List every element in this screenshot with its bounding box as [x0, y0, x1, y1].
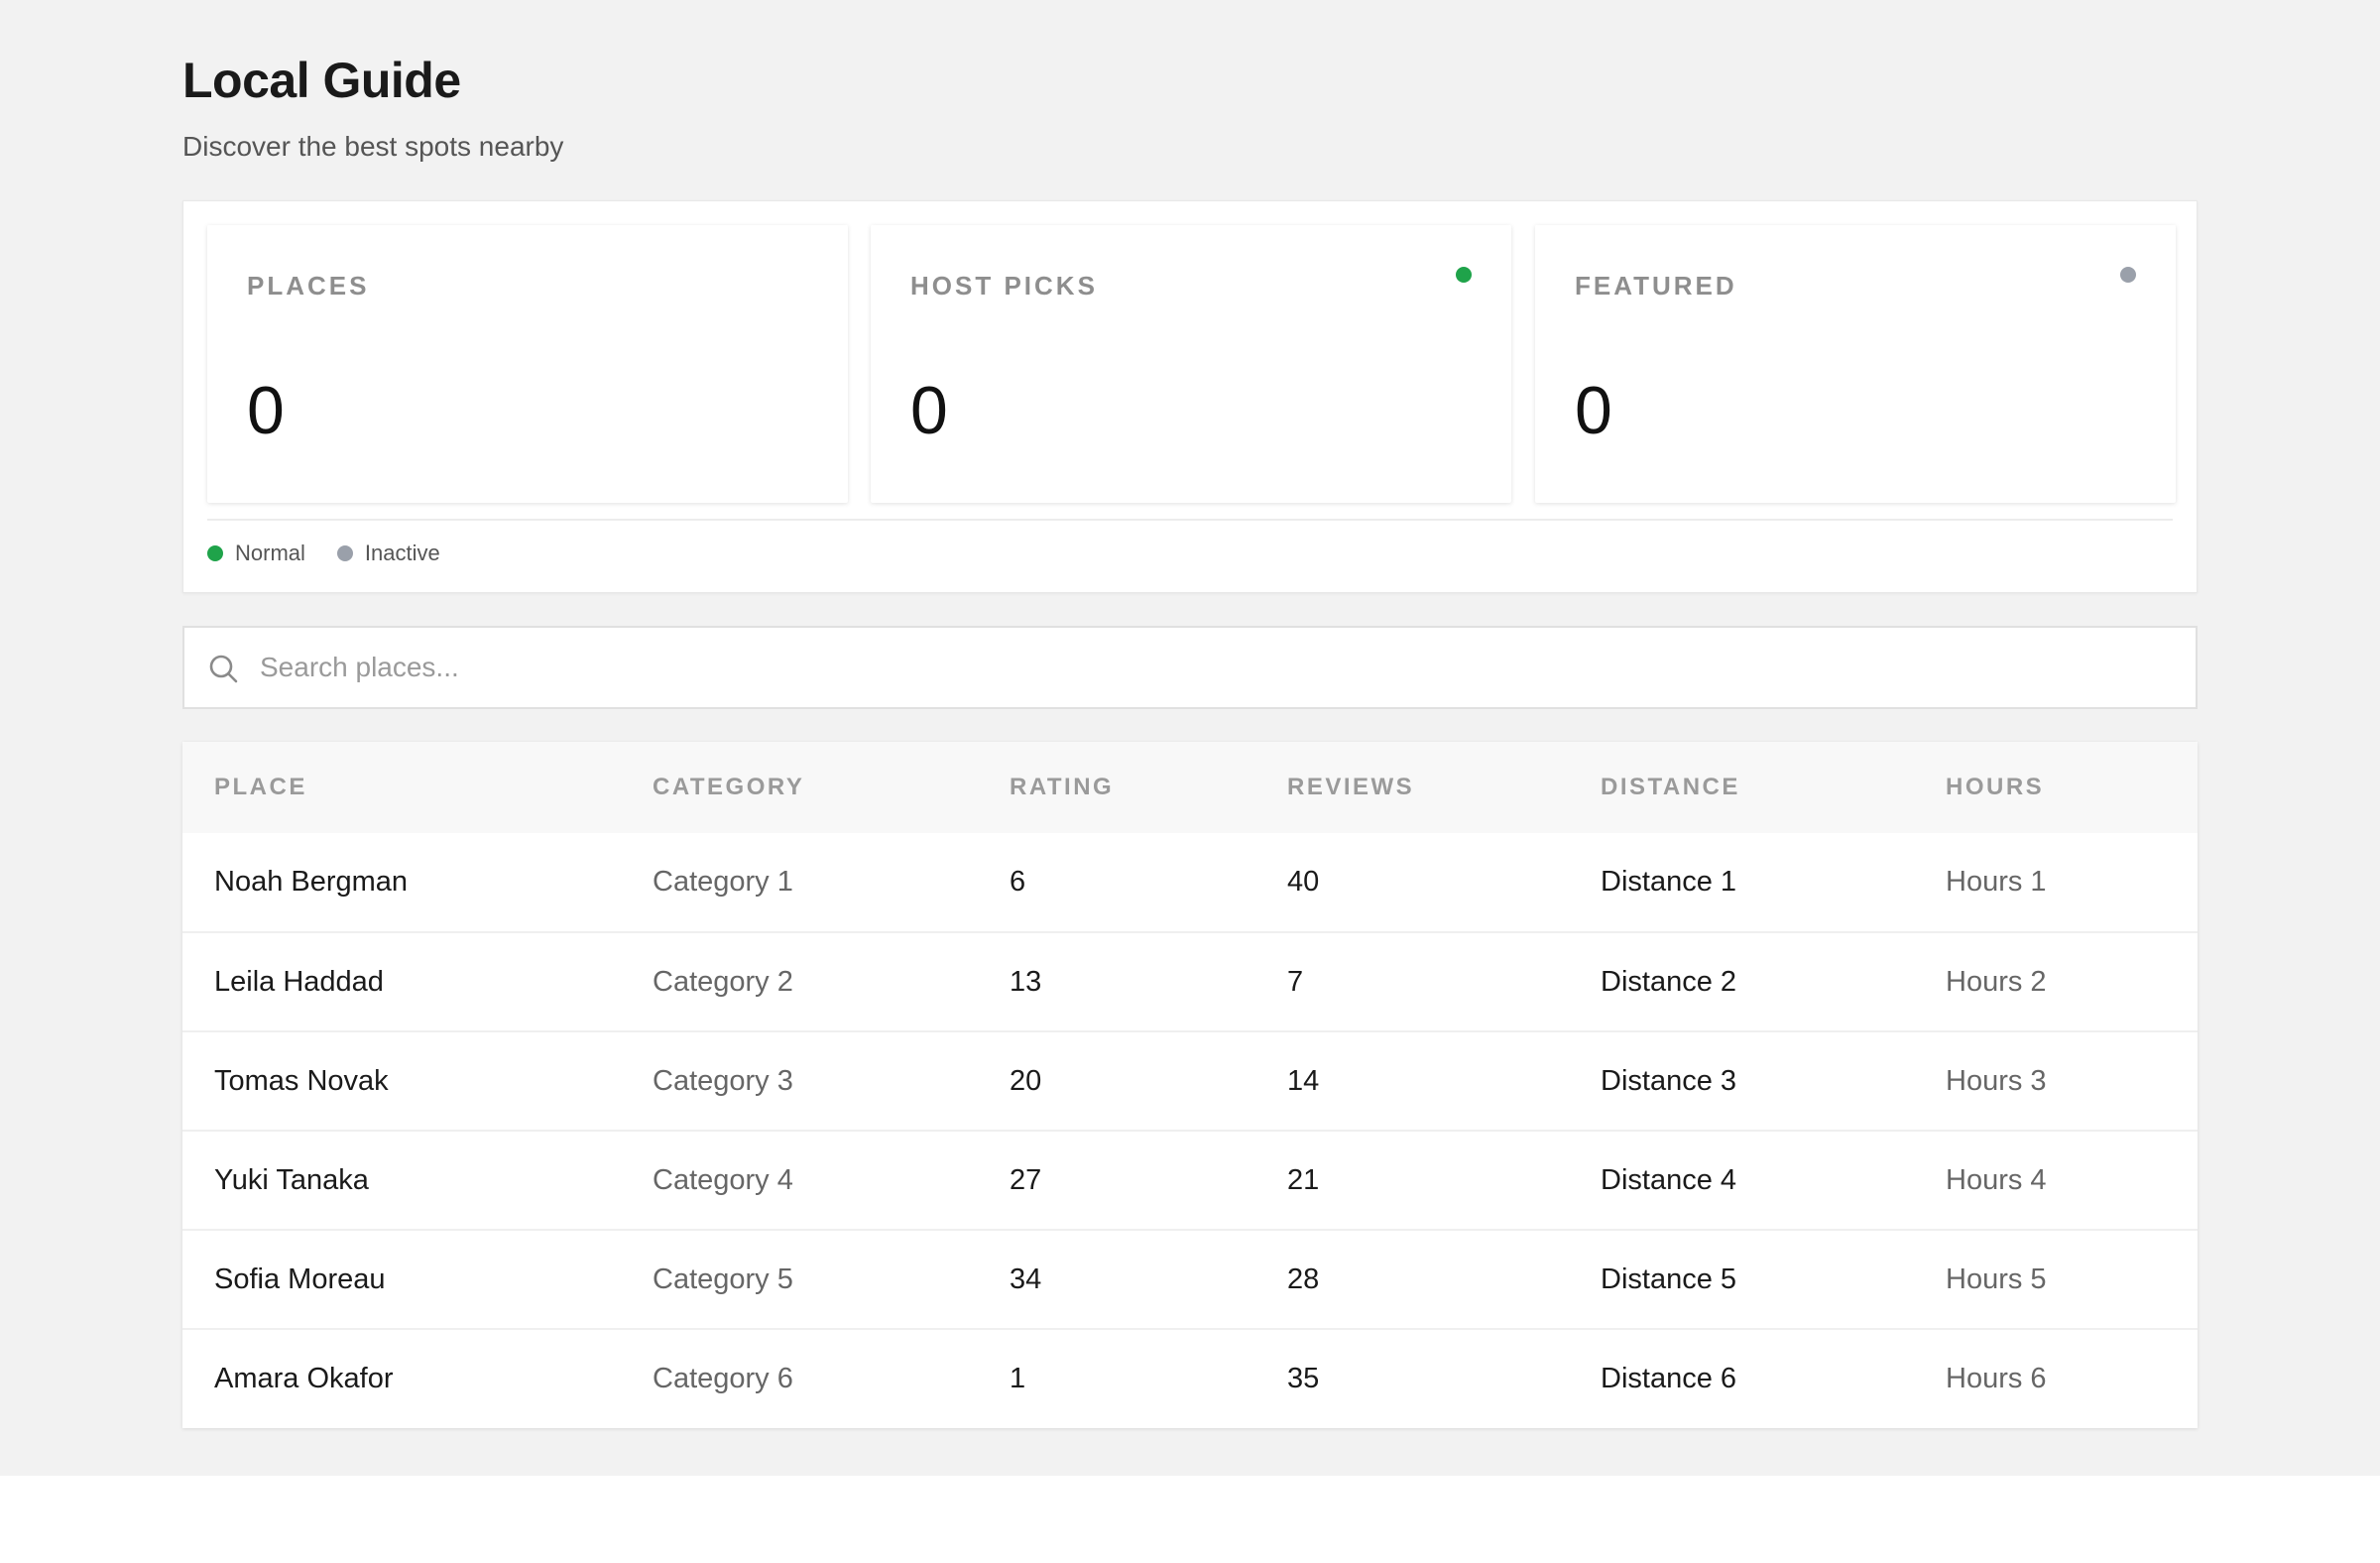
reviews-cell: 35 [1287, 1363, 1320, 1394]
column-header-rating[interactable]: RATING [978, 742, 1255, 833]
reviews-cell: 28 [1287, 1262, 1320, 1295]
hours-cell: Hours 6 [1946, 1363, 2047, 1394]
stat-value: 0 [247, 373, 285, 448]
column-header-place[interactable]: PLACE [182, 742, 621, 833]
stat-card-host-picks: HOST PICKS 0 [871, 225, 1511, 503]
legend-label: Inactive [364, 541, 440, 565]
rating-cell: 1 [1010, 1363, 1026, 1394]
reviews-cell: 14 [1287, 1064, 1320, 1097]
table-header-row: PLACE CATEGORY RATING REVIEWS DISTANCE H… [182, 742, 2198, 833]
rating-cell: 27 [1010, 1163, 1042, 1196]
category-cell: Category 1 [653, 866, 793, 898]
stats-panel: PLACES 0 HOST PICKS 0 FEATURED 0 Normal … [182, 200, 2198, 593]
hours-cell: Hours 3 [1946, 1064, 2047, 1097]
column-header-hours[interactable]: HOURS [1914, 742, 2198, 833]
table-row[interactable]: Sofia Moreau Category 5 34 28 Distance 5 Hour… [182, 1230, 2198, 1329]
distance-cell: Distance 4 [1601, 1163, 1737, 1196]
search-bar[interactable] [182, 626, 2198, 709]
table-row[interactable]: Leila Haddad Category 2 13 7 Distance 2 Hours… [182, 932, 2198, 1031]
category-cell: Category 2 [653, 965, 793, 998]
legend-dot-icon [207, 545, 223, 561]
place-cell: Yuki Tanaka [214, 1163, 369, 1196]
hours-cell: Hours 1 [1946, 866, 2047, 898]
page-subtitle: Discover the best spots nearby [182, 131, 564, 162]
column-header-distance[interactable]: DISTANCE [1569, 742, 1914, 833]
divider [207, 519, 2173, 521]
reviews-cell: 40 [1287, 866, 1320, 898]
stat-label: PLACES [247, 271, 370, 301]
reviews-cell: 7 [1287, 965, 1304, 998]
category-cell: Category 3 [653, 1064, 793, 1097]
status-dot-normal [1456, 267, 1472, 283]
reviews-cell: 21 [1287, 1163, 1320, 1196]
rating-cell: 34 [1010, 1262, 1042, 1295]
category-cell: Category 4 [653, 1163, 793, 1196]
legend-dot-icon [336, 545, 353, 561]
distance-cell: Distance 1 [1601, 866, 1737, 898]
distance-cell: Distance 5 [1601, 1262, 1737, 1295]
column-header-category[interactable]: CATEGORY [621, 742, 978, 833]
stat-label: FEATURED [1575, 271, 1737, 301]
stat-label: HOST PICKS [910, 271, 1098, 301]
search-input[interactable] [260, 628, 2144, 707]
hours-cell: Hours 2 [1946, 965, 2047, 998]
status-legend: Normal Inactive [207, 541, 440, 566]
distance-cell: Distance 6 [1601, 1363, 1737, 1394]
place-cell: Sofia Moreau [214, 1262, 386, 1295]
distance-cell: Distance 3 [1601, 1064, 1737, 1097]
column-header-reviews[interactable]: REVIEWS [1255, 742, 1569, 833]
table-row[interactable]: Amara Okafor Category 6 1 35 Distance 6 Hours… [182, 1329, 2198, 1428]
hours-cell: Hours 4 [1946, 1163, 2047, 1196]
rating-cell: 20 [1010, 1064, 1042, 1097]
place-cell: Tomas Novak [214, 1064, 389, 1097]
stat-card-featured: FEATURED 0 [1535, 225, 2176, 503]
search-icon [209, 655, 238, 683]
place-cell: Noah Bergman [214, 866, 409, 898]
stat-value: 0 [910, 373, 948, 448]
hours-cell: Hours 5 [1946, 1262, 2047, 1295]
category-cell: Category 6 [653, 1363, 793, 1394]
category-cell: Category 5 [653, 1262, 793, 1295]
distance-cell: Distance 2 [1601, 965, 1737, 998]
table-row[interactable]: Tomas Novak Category 3 20 14 Distance 3 Hours… [182, 1031, 2198, 1131]
stat-value: 0 [1575, 373, 1612, 448]
legend-label: Normal [235, 541, 305, 565]
stat-card-places: PLACES 0 [207, 225, 848, 503]
table-row[interactable]: Noah Bergman Category 1 6 40 Distance 1 Hours… [182, 833, 2198, 932]
place-cell: Amara Okafor [214, 1363, 394, 1394]
page-title: Local Guide [182, 53, 461, 108]
table-row[interactable]: Yuki Tanaka Category 4 27 21 Distance 4 Hours… [182, 1131, 2198, 1230]
place-cell: Leila Haddad [214, 965, 384, 998]
places-table: PLACE CATEGORY RATING REVIEWS DISTANCE H… [182, 742, 2198, 1428]
rating-cell: 13 [1010, 965, 1042, 998]
legend-item-normal: Normal [207, 541, 305, 566]
rating-cell: 6 [1010, 866, 1026, 898]
legend-item-inactive: Inactive [336, 541, 440, 566]
status-dot-inactive [2120, 267, 2136, 283]
